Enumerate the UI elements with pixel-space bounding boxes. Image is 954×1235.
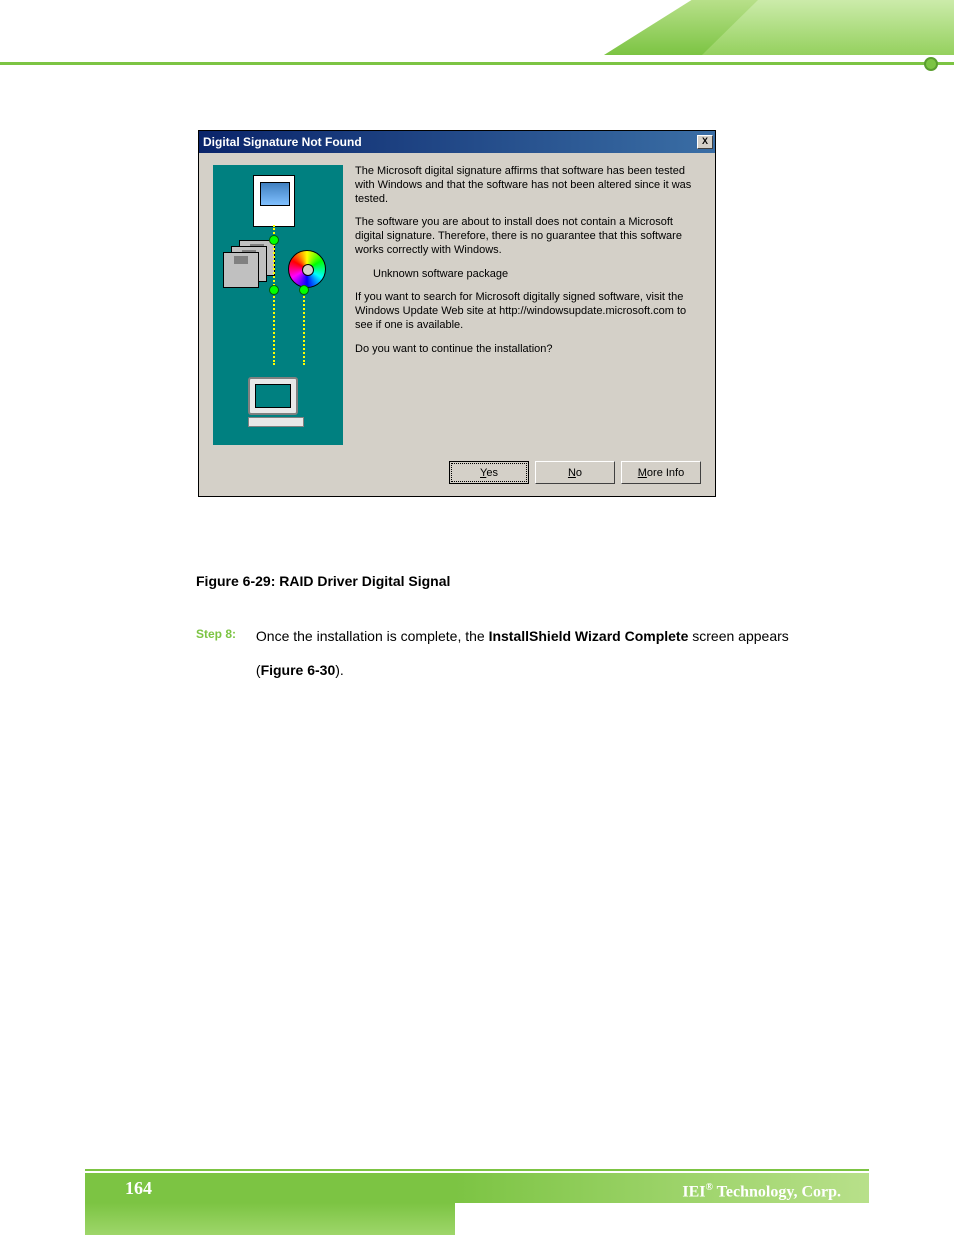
step-text: Once the installation is complete, the [256, 628, 489, 644]
page-number: 164 [85, 1173, 455, 1203]
yes-button[interactable]: Yes [449, 461, 529, 484]
document-icon [253, 175, 295, 227]
node-dot-icon [269, 285, 279, 295]
connector-line-icon [303, 285, 305, 365]
step-label: Step 8: [196, 620, 252, 649]
node-dot-icon [269, 235, 279, 245]
floppy-stack-icon [223, 240, 275, 288]
step-8-block: Step 8: Once the installation is complet… [196, 620, 816, 687]
more-info-button[interactable]: More Info [621, 461, 701, 484]
dialog-illustration-panel [213, 165, 343, 445]
digital-signature-dialog: Digital Signature Not Found X The [198, 130, 716, 497]
dialog-para1: The Microsoft digital signature affirms … [355, 165, 701, 206]
dialog-package-name: Unknown software package [355, 268, 701, 282]
dialog-para4: Do you want to continue the installation… [355, 343, 701, 357]
figure-caption: Figure 6-29: RAID Driver Digital Signal [196, 573, 450, 589]
step-text: ). [335, 662, 344, 678]
company-name: IEI® Technology, Corp. [455, 1173, 869, 1203]
node-dot-icon [299, 285, 309, 295]
no-button[interactable]: No [535, 461, 615, 484]
footer-bar: 164 IEI® Technology, Corp. [85, 1173, 869, 1203]
page-footer: 164 IEI® Technology, Corp. [0, 1167, 954, 1235]
dialog-para3: If you want to search for Microsoft digi… [355, 291, 701, 332]
dialog-text: The Microsoft digital signature affirms … [355, 165, 701, 445]
step-bold: InstallShield Wizard Complete [489, 628, 689, 644]
page-header-decoration [0, 0, 954, 70]
dialog-body: The Microsoft digital signature affirms … [199, 153, 715, 455]
dialog-button-row: Yes No More Info [199, 455, 715, 496]
monitor-icon [248, 377, 304, 427]
figure-reference: Figure 6-30 [261, 662, 336, 678]
header-dot-icon [924, 57, 938, 71]
dialog-title: Digital Signature Not Found [203, 135, 362, 149]
dialog-titlebar: Digital Signature Not Found X [199, 131, 715, 153]
dialog-para2: The software you are about to install do… [355, 216, 701, 257]
close-button[interactable]: X [697, 135, 713, 149]
step-body: Once the installation is complete, the I… [256, 620, 806, 687]
footer-block-decoration [85, 1203, 455, 1235]
connector-line-icon [273, 225, 275, 365]
header-rule [0, 62, 954, 65]
footer-rule [85, 1169, 869, 1171]
cd-icon [288, 250, 326, 288]
